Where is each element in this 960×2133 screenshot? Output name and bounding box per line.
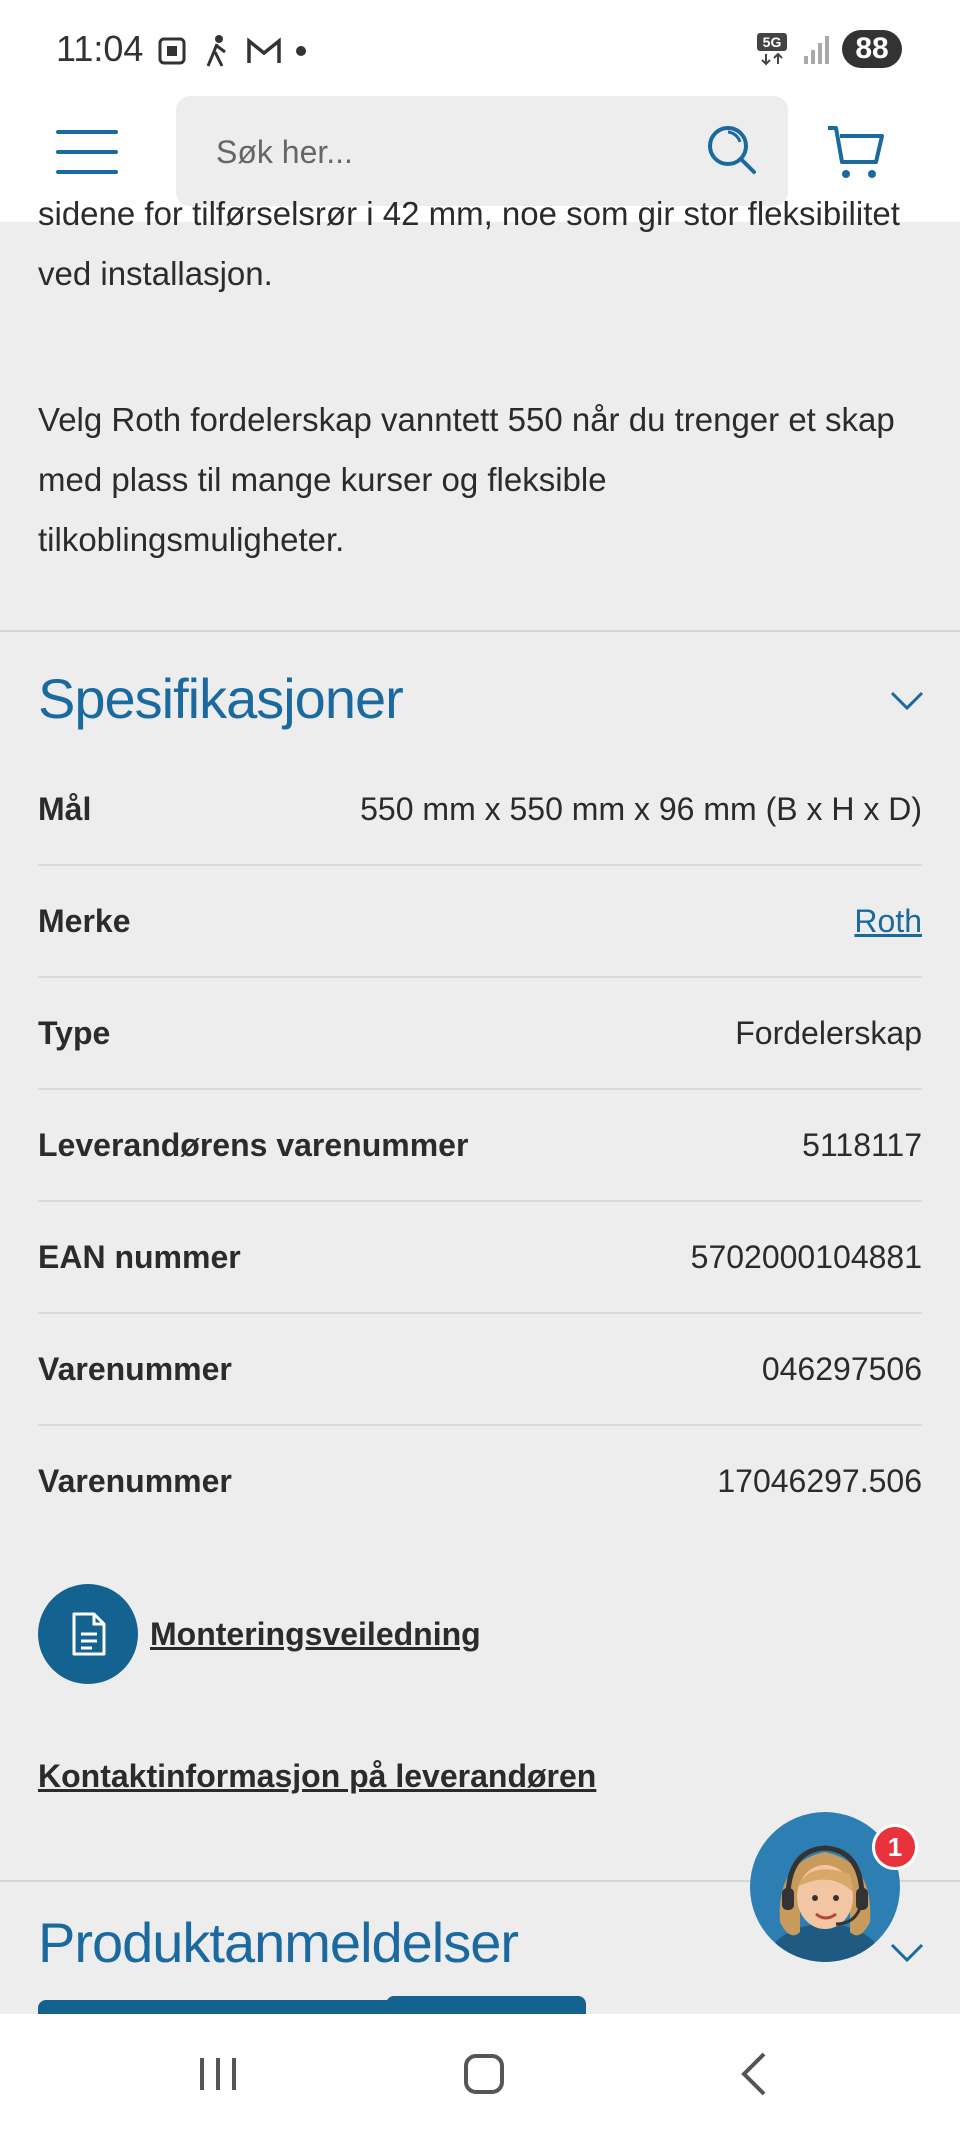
network-5g-icon: 5G: [757, 33, 787, 66]
spec-row: Varenummer 17046297.506: [38, 1426, 922, 1536]
back-icon[interactable]: [738, 2052, 768, 2096]
status-time: 11:04: [56, 28, 144, 69]
recents-icon[interactable]: [198, 2056, 238, 2092]
spec-label: Varenummer: [38, 1462, 232, 1499]
bottom-pill: [386, 1996, 586, 2014]
gmail-icon: [247, 37, 281, 63]
screenshot-icon: [158, 37, 186, 65]
status-bar: 11:04 5G 88: [0, 0, 960, 100]
spec-row: Leverandørens varenummer 5118117: [38, 1090, 922, 1202]
description-paragraph: Velg Roth fordelerskap vanntett 550 når …: [38, 401, 895, 558]
spec-value: 5118117: [802, 1126, 922, 1163]
system-nav-bar: [0, 2014, 960, 2133]
spec-row: Type Fordelerskap: [38, 978, 922, 1090]
reviews-title[interactable]: Produktanmeldelser: [38, 1910, 519, 1975]
spec-value: Fordelerskap: [735, 1014, 922, 1051]
home-icon[interactable]: [464, 2054, 504, 2094]
svg-text:5G: 5G: [763, 34, 782, 50]
spec-row: Merke Roth: [38, 866, 922, 978]
installation-guide-label[interactable]: Monteringsveiledning: [150, 1616, 481, 1653]
description-paragraph: sidene for tilførselsrør i 42 mm, noe so…: [38, 195, 900, 292]
spec-value: 046297506: [761, 1350, 922, 1387]
menu-button[interactable]: [56, 130, 118, 176]
spec-label: Merke: [38, 902, 131, 939]
spec-row: EAN nummer 5702000104881: [38, 1202, 922, 1314]
notification-badge: 1: [872, 1824, 918, 1870]
dot-icon: [296, 46, 306, 56]
specifications-title[interactable]: Spesifikasjoner: [38, 666, 404, 731]
installation-guide-link[interactable]: Monteringsveiledning: [38, 1584, 481, 1684]
signal-icon: [804, 36, 829, 64]
cart-icon[interactable]: [826, 122, 886, 182]
spec-label: Mål: [38, 790, 92, 827]
search-input[interactable]: [214, 128, 678, 176]
document-icon: [38, 1584, 138, 1684]
spec-value: 550 mm x 550 mm x 96 mm (B x H x D): [360, 790, 922, 827]
spec-row: Varenummer 046297506: [38, 1314, 922, 1426]
spec-label: Type: [38, 1014, 111, 1051]
spec-value: 5702000104881: [690, 1238, 922, 1275]
spec-value: 17046297.506: [717, 1462, 922, 1499]
search-icon[interactable]: [706, 124, 758, 176]
status-system-icons: 5G 88: [756, 30, 902, 68]
spec-label: EAN nummer: [38, 1238, 241, 1275]
walking-icon: [206, 35, 226, 67]
battery-indicator: 88: [842, 30, 902, 68]
brand-link[interactable]: Roth: [854, 903, 922, 940]
chevron-down-icon[interactable]: [890, 690, 924, 712]
divider: [0, 630, 960, 632]
spec-label: Leverandørens varenummer: [38, 1126, 469, 1163]
spec-label: Varenummer: [38, 1350, 232, 1387]
spec-row: Mål 550 mm x 550 mm x 96 mm (B x H x D): [38, 754, 922, 866]
status-notification-icons: [156, 34, 306, 68]
chevron-down-icon[interactable]: [890, 1942, 924, 1964]
supplier-contact-link[interactable]: Kontaktinformasjon på leverandøren: [38, 1758, 596, 1795]
